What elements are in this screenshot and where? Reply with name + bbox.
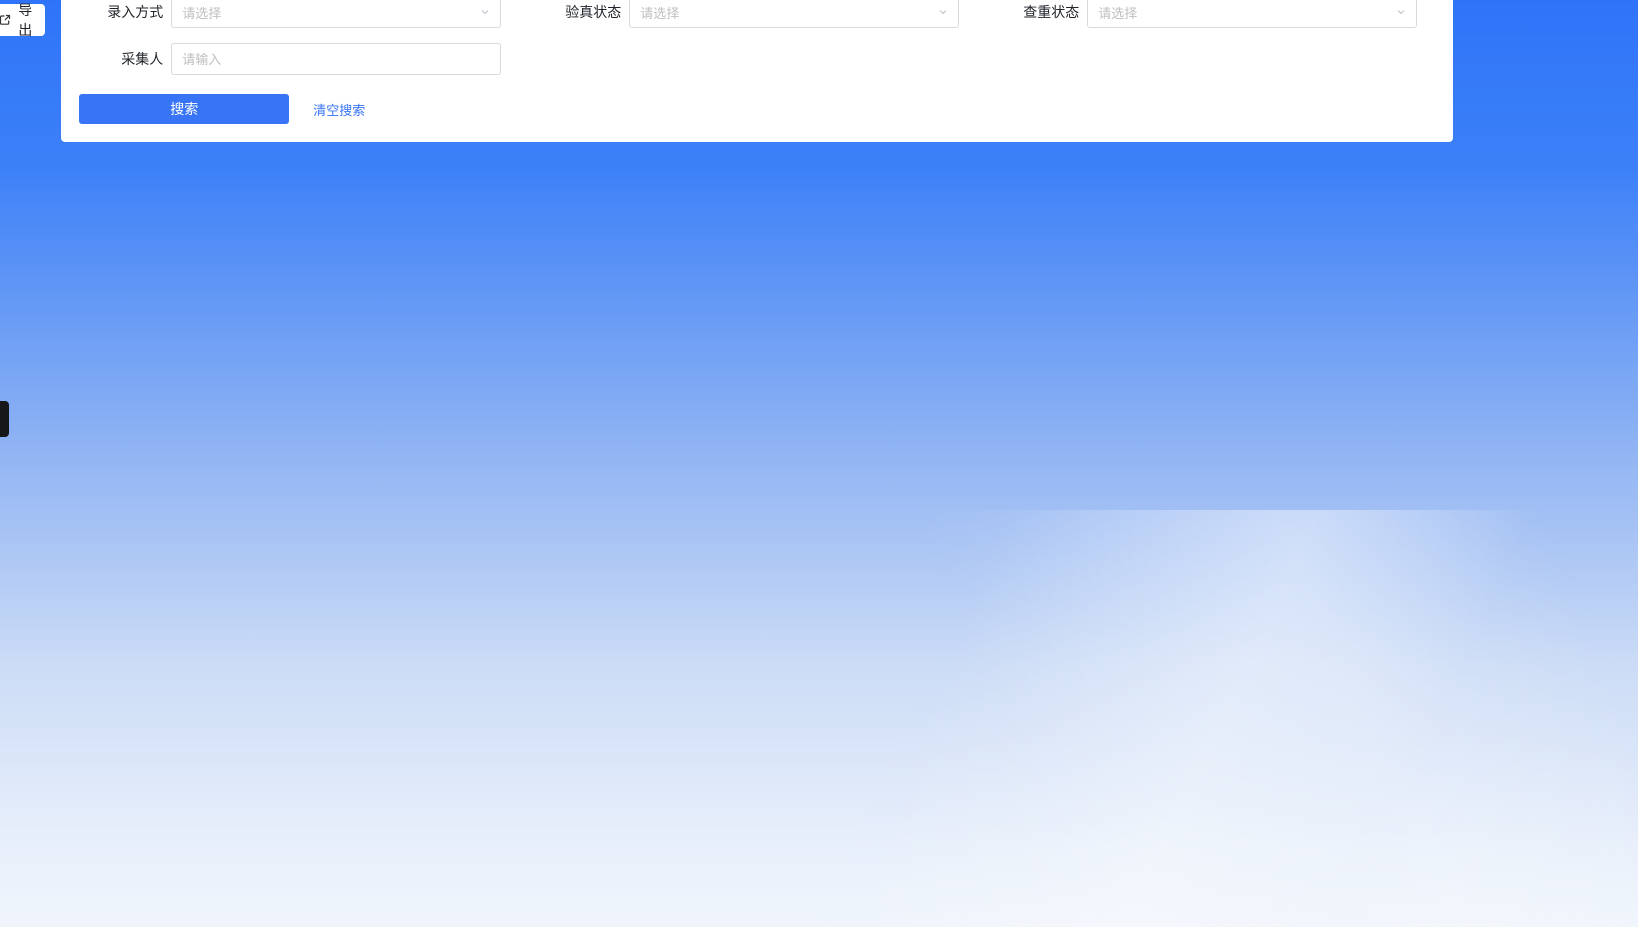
export-icon: [0, 13, 12, 27]
search-button[interactable]: 搜索: [79, 94, 289, 124]
chevron-down-icon: [938, 7, 948, 17]
filter-verify-status-label: 验真状态: [537, 2, 629, 22]
filter-dup-status: 查重状态 请选择: [995, 0, 1425, 28]
topbar: 收票明细表 导出: [0, 0, 61, 43]
filter-actions: 搜索 清空搜索: [61, 94, 1453, 124]
chevron-down-icon: [480, 7, 490, 17]
verify-status-select-placeholder: 请选择: [640, 3, 938, 22]
filter-row-3: 录入方式 请选择 验真状态 请选择 查重状态 请选择: [61, 0, 1453, 28]
search-panel: 项目 请选择 发票类型 请选择 发票来源 请选择: [61, 0, 1453, 142]
dup-status-select-placeholder: 请选择: [1098, 3, 1396, 22]
entry-method-select[interactable]: 请选择: [171, 0, 501, 28]
filter-verify-status: 验真状态 请选择: [537, 0, 967, 28]
filter-row-4: 采集人: [61, 43, 1453, 75]
verify-status-select[interactable]: 请选择: [629, 0, 959, 28]
dup-status-select[interactable]: 请选择: [1087, 0, 1417, 28]
filter-entry-method-label: 录入方式: [79, 2, 171, 22]
side-drawer-handle[interactable]: [0, 401, 9, 437]
filter-collector-label: 采集人: [79, 49, 171, 69]
filter-entry-method: 录入方式 请选择: [79, 0, 509, 28]
export-button[interactable]: 导出: [0, 4, 45, 36]
clear-search-link[interactable]: 清空搜索: [313, 100, 365, 119]
entry-method-select-placeholder: 请选择: [182, 3, 480, 22]
filter-collector: 采集人: [79, 43, 509, 75]
export-button-label: 导出: [18, 0, 32, 40]
collector-input[interactable]: [171, 43, 501, 75]
chevron-down-icon: [1396, 7, 1406, 17]
filter-dup-status-label: 查重状态: [995, 2, 1087, 22]
page: 收票明细表 导出 项目 请选择 发票类型: [3, 0, 1418, 28]
